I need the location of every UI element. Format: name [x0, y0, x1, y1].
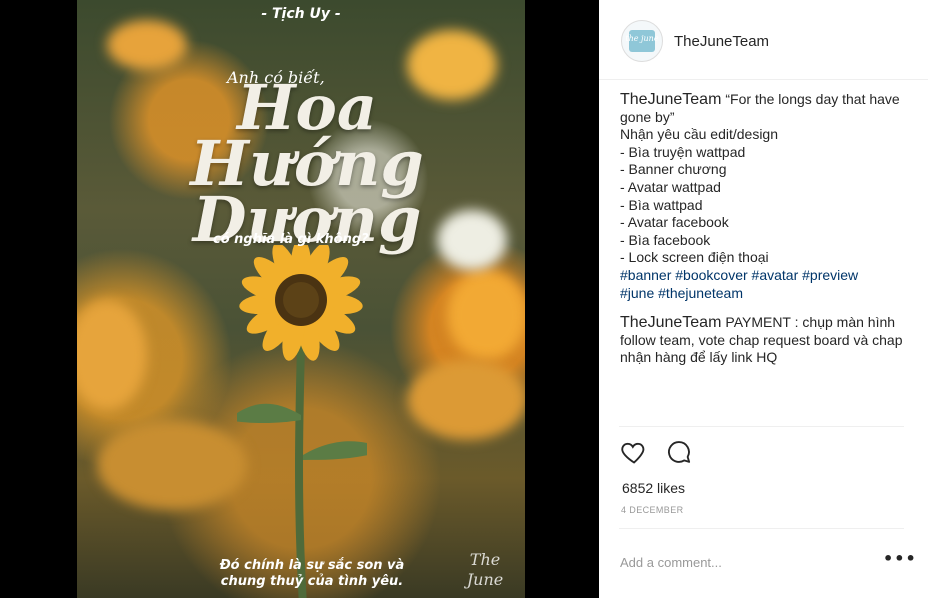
- blur-petal: [97, 420, 247, 510]
- action-bar: [620, 438, 705, 466]
- caption-line: - Bìa facebook: [620, 231, 711, 248]
- likes-count[interactable]: 6852 likes: [622, 480, 685, 496]
- blur-petal: [77, 300, 147, 410]
- caption-line: - Lock screen điện thoại: [620, 249, 769, 266]
- caption-line: Nhận yêu cầu edit/design: [620, 126, 778, 143]
- add-comment-input[interactable]: [620, 553, 860, 571]
- post-image[interactable]: - Tịch Uy - Anh có biết, Hoa Hướng Dương…: [77, 0, 525, 598]
- poster-bottom-line: chung thuỷ của tình yêu.: [220, 574, 404, 589]
- poster-title: Hoa Hướng Dương: [177, 77, 437, 251]
- poster-bottom-line: Đó chính là sự sắc son và: [219, 558, 405, 573]
- poster-author: - Tịch Uy -: [261, 6, 341, 22]
- blur-petal: [437, 210, 507, 270]
- avatar-logo-text: the june: [625, 34, 659, 43]
- comment: TheJuneTeam PAYMENT : chụp màn hình follo…: [620, 314, 910, 367]
- comment-icon[interactable]: [665, 438, 693, 466]
- caption-line: - Bìa wattpad: [620, 196, 703, 213]
- post-media-area: - Tịch Uy - Anh có biết, Hoa Hướng Dương…: [0, 0, 599, 598]
- blur-petal: [407, 360, 525, 440]
- heart-icon[interactable]: [620, 438, 648, 466]
- blur-petal: [107, 20, 187, 70]
- poster-bottom-text: Đó chính là sự sắc son và chung thuỷ của…: [207, 558, 417, 590]
- sunflower-illustration: [237, 245, 367, 598]
- caption-author-link[interactable]: TheJuneTeam: [620, 91, 721, 108]
- poster-subtitle: có nghĩa là gì không?: [213, 232, 369, 247]
- watermark-logo: The June: [466, 550, 504, 589]
- hashtag-links[interactable]: #banner #bookcover #avatar #preview: [620, 267, 910, 285]
- caption-line: - Banner chương: [620, 161, 727, 178]
- divider: [619, 426, 904, 427]
- post-viewer: - Tịch Uy - Anh có biết, Hoa Hướng Dương…: [0, 0, 928, 598]
- username-link[interactable]: TheJuneTeam: [674, 33, 769, 50]
- caption: TheJuneTeam “For the longs day that have …: [620, 91, 910, 302]
- post-header: the june TheJuneTeam: [599, 0, 928, 80]
- post-sidebar: the june TheJuneTeam TheJuneTeam “For the…: [599, 0, 928, 598]
- avatar[interactable]: the june: [621, 20, 663, 62]
- caption-line: - Avatar wattpad: [620, 178, 721, 195]
- caption-line: - Bìa truyện wattpad: [620, 143, 746, 160]
- hashtag-links[interactable]: #june #thejuneteam: [620, 285, 910, 303]
- post-date[interactable]: 4 December: [621, 505, 684, 515]
- caption-line: - Avatar facebook: [620, 214, 729, 231]
- comment-author-link[interactable]: TheJuneTeam: [620, 314, 721, 331]
- blur-petal: [447, 270, 525, 360]
- more-options-button[interactable]: •••: [883, 551, 916, 568]
- divider: [619, 528, 904, 529]
